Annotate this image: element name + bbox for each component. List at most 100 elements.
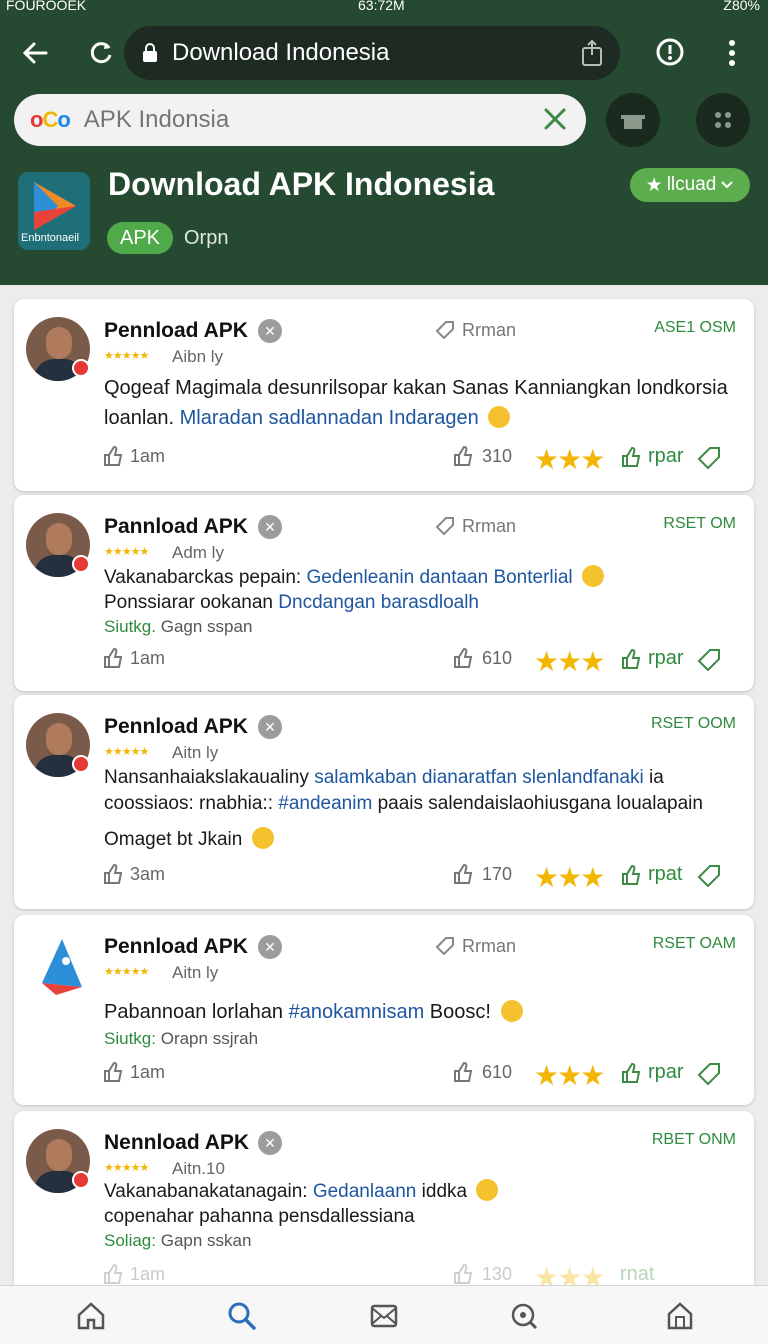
thumbs-up-icon bbox=[454, 863, 473, 884]
reply-button[interactable]: rpar bbox=[620, 1061, 684, 1084]
like-button[interactable]: 1am bbox=[102, 1061, 165, 1083]
review-link[interactable]: #anokamnisam bbox=[289, 1001, 425, 1023]
helpful-count[interactable]: 310 bbox=[452, 445, 512, 467]
thumbs-up-icon bbox=[622, 446, 641, 467]
close-icon[interactable]: ✕ bbox=[258, 319, 282, 343]
review-text-part: coossiaos: rnabhia:: bbox=[104, 793, 273, 814]
tag-icon[interactable] bbox=[696, 445, 722, 471]
review-actions: 1am 310 ★★★ rpar bbox=[102, 444, 734, 475]
more-vert-icon[interactable] bbox=[718, 36, 746, 70]
helpful-count[interactable]: 130 bbox=[452, 1263, 512, 1285]
reply-button[interactable]: rpar bbox=[620, 647, 684, 670]
like-button[interactable]: 1am bbox=[102, 647, 165, 669]
sub-green: Siutkg: bbox=[104, 1029, 156, 1048]
review-line: Nansanhaiakslakaualiny salamkaban dianar… bbox=[104, 765, 740, 791]
like-button[interactable]: 1am bbox=[102, 445, 165, 467]
status-bar: FOUROOEK 63:72M Z80% bbox=[0, 0, 768, 16]
tag-icon[interactable] bbox=[696, 863, 722, 889]
discover-icon[interactable] bbox=[508, 1300, 540, 1332]
verified-badge-icon bbox=[72, 755, 90, 773]
close-icon[interactable]: ✕ bbox=[258, 515, 282, 539]
rating-dropdown-button[interactable]: ★ llcuad bbox=[630, 168, 750, 202]
remove-button[interactable]: Rrman bbox=[434, 935, 516, 957]
review-text-part: Omaget bt Jkain bbox=[104, 829, 243, 850]
author-handle: Aitn.10 bbox=[172, 1159, 225, 1178]
count-value: 130 bbox=[482, 1263, 513, 1284]
search-input[interactable] bbox=[83, 106, 504, 134]
like-button[interactable]: 3am bbox=[102, 863, 165, 885]
remove-button[interactable]: Rrman bbox=[434, 319, 516, 341]
review-link[interactable]: Gedenleanin dantaan Bonterlial bbox=[306, 567, 572, 588]
review-link[interactable]: Dncdangan barasdloalh bbox=[278, 592, 479, 613]
count-value: 310 bbox=[482, 445, 513, 466]
search-icon[interactable] bbox=[226, 1300, 258, 1332]
reload-icon[interactable] bbox=[84, 36, 118, 70]
carrier-label: FOUROOEK bbox=[6, 0, 87, 13]
remove-button[interactable]: Rrman bbox=[434, 515, 516, 537]
reply-button[interactable]: rpat bbox=[620, 863, 682, 886]
review-line: Ponssiarar ookanan Dncdangan barasdloalh bbox=[104, 590, 734, 615]
review-text-part: Vakanabanakatanagain: bbox=[104, 1181, 308, 1202]
review-link[interactable]: salamkaban dianaratfan slenlandfanaki bbox=[314, 767, 644, 788]
app-icon-label: Enbntonaeil bbox=[21, 232, 80, 244]
apps-grid-button[interactable] bbox=[696, 93, 750, 147]
helpful-count[interactable]: 610 bbox=[452, 1061, 512, 1083]
reply-button[interactable]: rnat bbox=[620, 1263, 654, 1285]
sub-green: Soliag: bbox=[104, 1231, 156, 1250]
review-time: 1am bbox=[130, 647, 166, 668]
review-actions: 1am 130 ★★★ rnat bbox=[102, 1262, 734, 1285]
review-author: Pennload APK bbox=[104, 715, 248, 738]
toolbar-round-button[interactable] bbox=[606, 93, 660, 147]
sub-green: Siutkg. bbox=[104, 617, 156, 636]
tag-icon[interactable] bbox=[696, 1061, 722, 1087]
smile-emoji-icon bbox=[476, 1179, 499, 1201]
inbox-icon[interactable] bbox=[368, 1300, 400, 1332]
app-subtitle: Orpn bbox=[184, 227, 229, 249]
review-author: Pannload APK bbox=[104, 515, 248, 538]
close-icon[interactable]: ✕ bbox=[258, 935, 282, 959]
helpful-count[interactable]: 610 bbox=[452, 647, 512, 669]
search-bar[interactable]: oCo bbox=[14, 94, 586, 146]
review-time: 1am bbox=[130, 1061, 166, 1082]
verified-badge-icon bbox=[72, 1171, 90, 1189]
rating-stars: ★★★ bbox=[534, 1060, 605, 1091]
share-icon[interactable] bbox=[580, 39, 604, 67]
back-arrow-icon[interactable] bbox=[18, 36, 52, 70]
bottom-nav bbox=[0, 1285, 768, 1344]
verified-badge-icon bbox=[72, 555, 90, 573]
review-feed[interactable]: Pennload APK ✕ ★★★★★ Aibn ly Rrman ASE1 … bbox=[0, 285, 768, 1285]
close-icon[interactable]: ✕ bbox=[258, 1131, 282, 1155]
reply-button[interactable]: rpar bbox=[620, 445, 684, 468]
rating-stars: ★★★ bbox=[534, 646, 605, 677]
review-link[interactable]: #andeanim bbox=[278, 793, 372, 814]
review-text-part: Vakanabarckas pepain: bbox=[104, 567, 302, 588]
home-icon[interactable] bbox=[75, 1300, 107, 1332]
small-stars: ★★★★★ bbox=[104, 746, 149, 758]
review-actions: 1am 610 ★★★ rpar bbox=[102, 1060, 734, 1091]
sub-text: Gapn sskan bbox=[160, 1231, 252, 1250]
like-button[interactable]: 1am bbox=[102, 1263, 165, 1285]
review-link[interactable]: Gedanlaann bbox=[313, 1181, 417, 1202]
review-line: coossiaos: rnabhia:: #andeanim paais sal… bbox=[104, 791, 740, 817]
count-value: 610 bbox=[482, 1061, 513, 1082]
page-title: Download APK Indonesia bbox=[108, 166, 495, 202]
thumbs-up-icon bbox=[104, 1263, 123, 1284]
close-icon[interactable]: ✕ bbox=[258, 715, 282, 739]
info-icon[interactable] bbox=[654, 36, 686, 68]
thumbs-up-icon bbox=[454, 647, 473, 668]
thumbs-up-icon bbox=[104, 445, 123, 466]
status-badge: RSET OAM bbox=[652, 935, 736, 952]
store-icon[interactable] bbox=[664, 1300, 696, 1332]
tag-icon[interactable] bbox=[696, 647, 722, 673]
helpful-count[interactable]: 170 bbox=[452, 863, 512, 885]
clear-icon[interactable] bbox=[542, 106, 568, 132]
count-value: 610 bbox=[482, 647, 513, 668]
apk-chip[interactable]: APK bbox=[107, 222, 173, 254]
small-stars: ★★★★★ bbox=[104, 546, 149, 558]
review-text-part: Nansanhaiakslakaualiny bbox=[104, 767, 309, 788]
review-subline: Soliag: Gapn sskan bbox=[104, 1231, 251, 1251]
review-author: Pennload APK bbox=[104, 935, 248, 958]
reply-label: rpar bbox=[648, 647, 684, 669]
url-bar[interactable]: Download Indonesia bbox=[124, 26, 620, 80]
review-link[interactable]: Mlaradan sadlannadan Indaragen bbox=[180, 407, 479, 429]
